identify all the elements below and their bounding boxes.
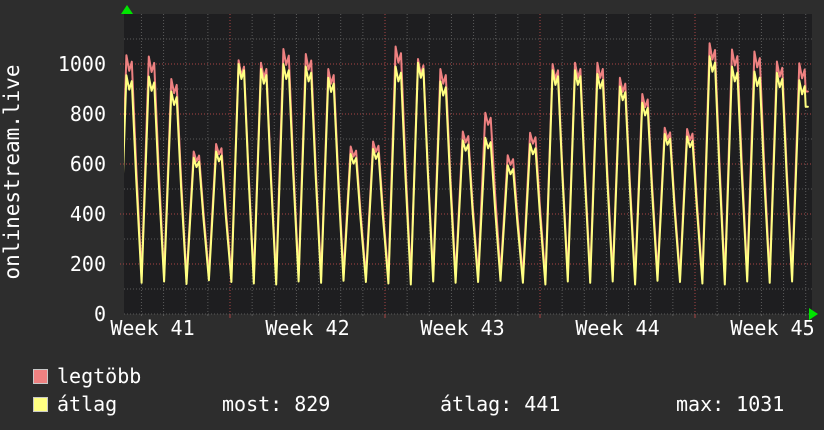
- y-axis-arrow-icon: [121, 5, 133, 14]
- stat-most-label: most:: [222, 392, 283, 416]
- y-tick-label: 400: [69, 202, 106, 226]
- x-tick-label: Week 42: [265, 316, 350, 340]
- x-tick-label: Week 43: [420, 316, 505, 340]
- chart-canvas: [120, 14, 812, 318]
- y-tick-label: 1000: [57, 52, 106, 76]
- legend-row-max: legtöbb: [33, 366, 141, 386]
- legend-label-legtobb: legtöbb: [57, 364, 142, 388]
- stat-avg-label: átlag:: [440, 392, 513, 416]
- legend-row-avg: átlag: [33, 394, 117, 414]
- x-tick-label: Week 44: [575, 316, 660, 340]
- stat-avg-value: 441: [524, 392, 561, 416]
- x-tick-label: Week 41: [110, 316, 195, 340]
- legend-label-atlag: átlag: [57, 392, 118, 416]
- monitoring-graph: onlinestream.live 0 200 400 600 800 1000 Week…: [0, 0, 824, 430]
- legend-swatch-legtobb-icon: [33, 368, 48, 384]
- stat-max-label: max:: [676, 392, 725, 416]
- y-tick-label: 800: [69, 102, 106, 126]
- y-tick-label: 600: [69, 152, 106, 176]
- x-tick-label: Week 45: [730, 316, 815, 340]
- legend-swatch-atlag-icon: [33, 396, 48, 412]
- stat-avg: átlag: 441: [440, 393, 560, 415]
- stat-most-value: 829: [294, 392, 331, 416]
- y-tick-label: 200: [69, 252, 106, 276]
- stat-most: most: 829: [222, 393, 330, 415]
- plot-area: [120, 14, 812, 318]
- stat-max-value: 1031: [736, 392, 785, 416]
- stat-max: max: 1031: [676, 393, 784, 415]
